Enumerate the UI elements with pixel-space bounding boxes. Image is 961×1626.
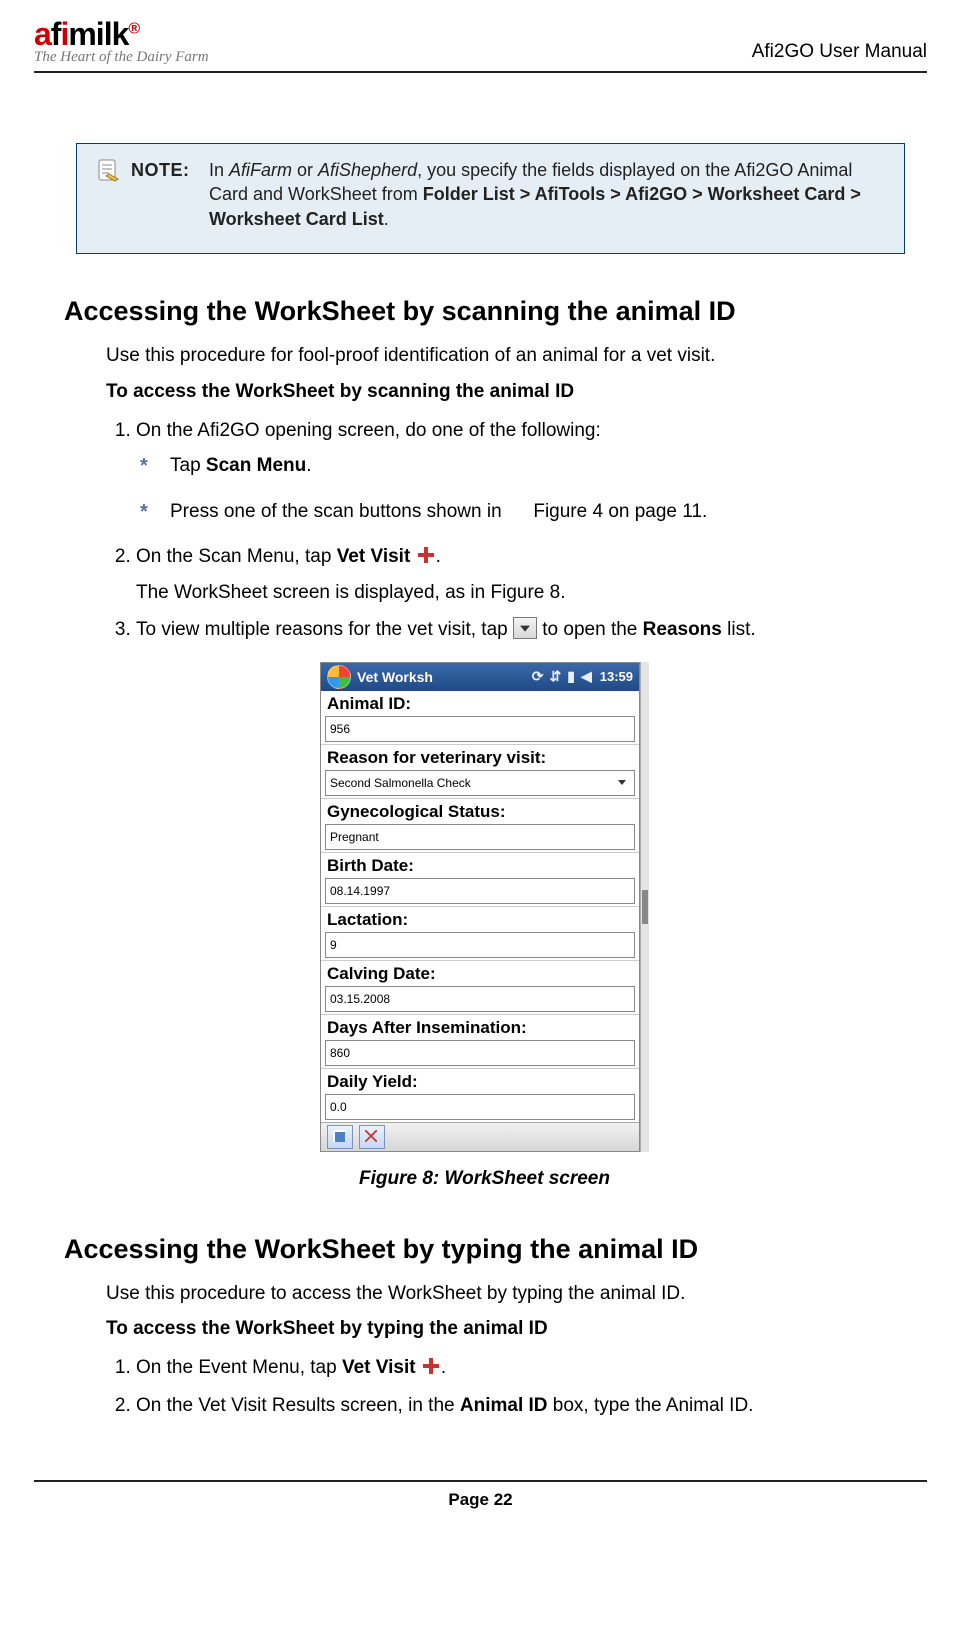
procedure-title-2: To access the WorkSheet by typing the an… [106, 1318, 905, 1340]
note-icon [95, 158, 121, 184]
procedure-title: To access the WorkSheet by scanning the … [106, 381, 905, 403]
substep-press-scan-button: Press one of the scan buttons shown in F… [140, 498, 905, 526]
device-field-label: Gynecological Status: [321, 798, 639, 824]
volume-icon: ◀ [581, 668, 592, 685]
device-field-label: Daily Yield: [321, 1068, 639, 1094]
device-field-value: 0.0 [325, 1094, 635, 1120]
device-field-label: Days After Insemination: [321, 1014, 639, 1040]
network-icon: ⇵ [550, 668, 562, 685]
brand-tagline: The Heart of the Dairy Farm [34, 50, 209, 65]
device-field-value: 860 [325, 1040, 635, 1066]
section-intro: Use this procedure for fool-proof identi… [106, 343, 905, 369]
note-label: NOTE: [131, 158, 209, 231]
device-field-value: 08.14.1997 [325, 878, 635, 904]
step2-2: On the Vet Visit Results screen, in the … [136, 1392, 905, 1420]
device-field-label: Lactation: [321, 906, 639, 932]
step-3: To view multiple reasons for the vet vis… [136, 616, 905, 644]
step-1: On the Afi2GO opening screen, do one of … [136, 417, 905, 526]
substep-tap-scan-menu: Tap Scan Menu. [140, 452, 905, 480]
section-heading: Accessing the WorkSheet by scanning the … [64, 296, 905, 327]
device-titlebar: Vet Worksh ⟳ ⇵ ▮ ◀ 13:59 [321, 663, 639, 691]
section-intro-2: Use this procedure to access the WorkShe… [106, 1281, 905, 1307]
device-field-value[interactable]: Second Salmonella Check [325, 770, 635, 796]
device-field-label: Birth Date: [321, 852, 639, 878]
start-button-icon [327, 665, 351, 689]
save-button[interactable] [327, 1125, 353, 1149]
step2-1: On the Event Menu, tap Vet Visit . [136, 1354, 905, 1382]
device-clock: 13:59 [600, 669, 633, 684]
document-title: Afi2GO User Manual [752, 41, 927, 63]
note-callout: NOTE: In AfiFarm or AfiShepherd, you spe… [76, 143, 905, 254]
procedure-steps: On the Afi2GO opening screen, do one of … [106, 417, 905, 644]
device-scrollbar[interactable] [640, 662, 649, 1152]
step-2: On the Scan Menu, tap Vet Visit . The Wo… [136, 543, 905, 606]
brand-logo: afimilk® The Heart of the Dairy Farm [34, 18, 209, 65]
device-field-value: 956 [325, 716, 635, 742]
procedure-steps-2: On the Event Menu, tap Vet Visit . On th… [106, 1354, 905, 1419]
vet-visit-plus-icon [416, 545, 436, 565]
figure-caption: Figure 8: WorkSheet screen [64, 1168, 905, 1190]
close-button[interactable] [359, 1125, 385, 1149]
device-field-value: 9 [325, 932, 635, 958]
device-field-value: 03.15.2008 [325, 986, 635, 1012]
worksheet-screenshot: Vet Worksh ⟳ ⇵ ▮ ◀ 13:59 Animal ID:956Re… [320, 662, 649, 1152]
device-field-label: Reason for veterinary visit: [321, 744, 639, 770]
note-text: In AfiFarm or AfiShepherd, you specify t… [209, 158, 886, 231]
sync-icon: ⟳ [532, 668, 544, 685]
device-field-label: Calving Date: [321, 960, 639, 986]
chevron-down-icon [618, 780, 626, 785]
page-footer: Page 22 [34, 1480, 927, 1510]
device-field-label: Animal ID: [321, 691, 639, 716]
section-heading-2: Accessing the WorkSheet by typing the an… [64, 1234, 905, 1265]
dropdown-arrow-icon [513, 617, 537, 639]
device-field-value: Pregnant [325, 824, 635, 850]
device-bottom-bar [321, 1122, 639, 1151]
wifi-icon: ▮ [567, 668, 575, 685]
page-header: afimilk® The Heart of the Dairy Farm Afi… [34, 18, 927, 73]
device-title: Vet Worksh [357, 669, 526, 685]
vet-visit-plus-icon [421, 1356, 441, 1376]
